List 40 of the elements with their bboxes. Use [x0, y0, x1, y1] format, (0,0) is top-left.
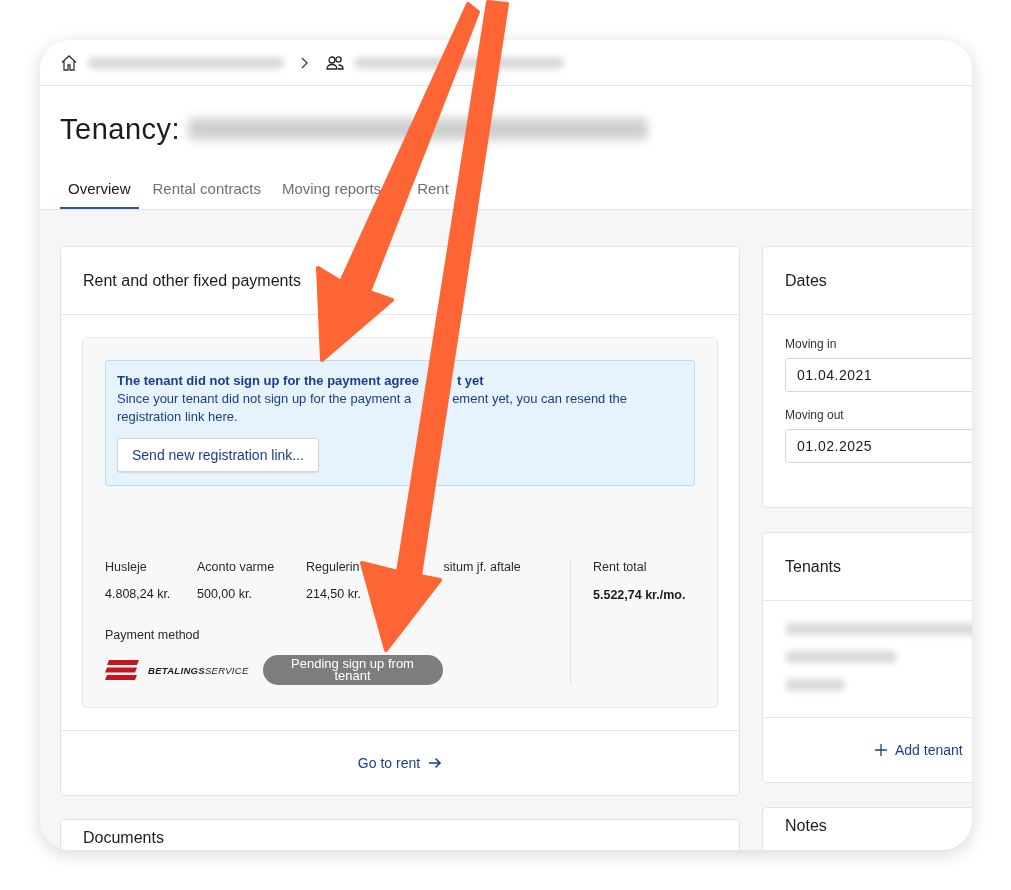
- logo-text: BETALINGSSERVICE: [148, 664, 249, 676]
- item-label: situm jf. aftale: [443, 560, 521, 574]
- item-value: 214,50 kr.: [306, 587, 362, 601]
- date-field[interactable]: 01.02.2025: [785, 429, 972, 463]
- payment-method-label: Payment method: [105, 628, 201, 642]
- notice-text: ement yet, you can resend the: [452, 390, 628, 408]
- card-title: Tenants: [785, 557, 842, 576]
- page-title: Tenancy:: [60, 112, 181, 146]
- card-title: Rent and other fixed payments: [83, 271, 301, 290]
- item-label: Regulerin: [306, 560, 360, 574]
- card-title: Dates: [785, 271, 827, 290]
- home-icon[interactable]: [60, 53, 78, 72]
- field-label: Moving out: [785, 408, 845, 422]
- people-icon: [326, 54, 344, 71]
- item-value: 500,00 kr.: [197, 587, 253, 601]
- tab[interactable]: Overview: [60, 172, 139, 209]
- arrow-right-icon: [428, 757, 443, 769]
- date-field[interactable]: 01.04.2021: [785, 358, 972, 392]
- status-pill: Pending sign up from tenant: [262, 655, 443, 685]
- notice-text: registration link here.: [117, 408, 238, 426]
- tab[interactable]: Rental contracts: [152, 172, 261, 209]
- item-label: Aconto varme: [197, 560, 275, 574]
- notice-title: The tenant did not sign up for the payment agree: [117, 373, 419, 388]
- add-tenant-link[interactable]: Add tenant: [875, 742, 963, 758]
- item-value: 4.808,24 kr.: [105, 587, 172, 601]
- tab[interactable]: Moving reports: [281, 172, 382, 209]
- plus-icon: [875, 744, 887, 756]
- notice-title: t yet: [456, 373, 484, 388]
- chevron-right-icon: [300, 56, 308, 69]
- tab[interactable]: Rent: [417, 172, 449, 209]
- total-label: Rent total: [593, 560, 648, 574]
- notice-text: Since your tenant did not sign up for the payment a: [117, 390, 412, 408]
- field-label: Moving in: [785, 337, 838, 351]
- item-label: Husleje: [105, 560, 147, 574]
- redacted-text: [785, 679, 845, 691]
- send-link-button[interactable]: Send new registration link...: [117, 438, 319, 472]
- card-title: Notes: [785, 817, 827, 835]
- card-title: Documents: [83, 829, 164, 847]
- go-to-rent-link[interactable]: Go to rent: [357, 755, 443, 771]
- total-value: 5.522,74 kr./mo.: [593, 588, 687, 602]
